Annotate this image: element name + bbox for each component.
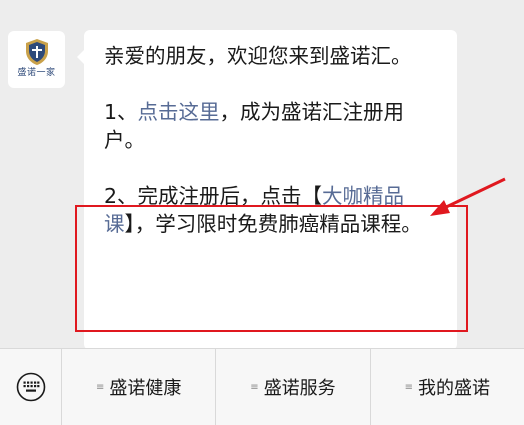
step-one: 1、点击这里，成为盛诺汇注册用户。 bbox=[104, 98, 442, 154]
shield-logo-icon bbox=[25, 39, 48, 65]
menu-item-my-account[interactable]: ≡ 我的盛诺 bbox=[371, 349, 524, 425]
avatar-label: 盛诺一家 bbox=[17, 68, 56, 78]
bottom-menu-bar: ≡ 盛诺健康 ≡ 盛诺服务 ≡ 我的盛诺 bbox=[0, 348, 524, 425]
menu-item-label: 盛诺健康 bbox=[109, 378, 182, 399]
keyboard-icon bbox=[16, 372, 45, 402]
menu-lines-icon: ≡ bbox=[95, 381, 105, 393]
keyboard-toggle-button[interactable] bbox=[0, 349, 62, 425]
menu-item-service[interactable]: ≡ 盛诺服务 bbox=[216, 349, 371, 425]
message-text: 亲爱的朋友，欢迎您来到盛诺汇。 1、点击这里，成为盛诺汇注册用户。 2、完成注册… bbox=[104, 42, 442, 238]
step-one-prefix: 1、 bbox=[104, 100, 138, 124]
account-avatar[interactable]: 盛诺一家 bbox=[8, 31, 65, 88]
message-bubble: 亲爱的朋友，欢迎您来到盛诺汇。 1、点击这里，成为盛诺汇注册用户。 2、完成注册… bbox=[77, 30, 457, 350]
welcome-line: 亲爱的朋友，欢迎您来到盛诺汇。 bbox=[104, 44, 412, 68]
menu-lines-icon: ≡ bbox=[404, 381, 414, 393]
menu-item-label: 盛诺服务 bbox=[263, 378, 336, 399]
menu-item-label: 我的盛诺 bbox=[418, 378, 491, 399]
register-link[interactable]: 点击这里 bbox=[138, 100, 220, 124]
menu-item-health[interactable]: ≡ 盛诺健康 bbox=[62, 349, 217, 425]
step-two-suffix: 】，学习限时免费肺癌精品课程。 bbox=[124, 212, 422, 236]
step-two: 2、完成注册后，点击【大咖精品课】，学习限时免费肺癌精品课程。 bbox=[104, 182, 442, 238]
step-two-prefix: 2、完成注册后，点击【 bbox=[104, 184, 323, 208]
menu-lines-icon: ≡ bbox=[250, 381, 259, 393]
chat-area: 盛诺一家 亲爱的朋友，欢迎您来到盛诺汇。 1、点击这里，成为盛诺汇注册用户。 2… bbox=[0, 0, 524, 350]
